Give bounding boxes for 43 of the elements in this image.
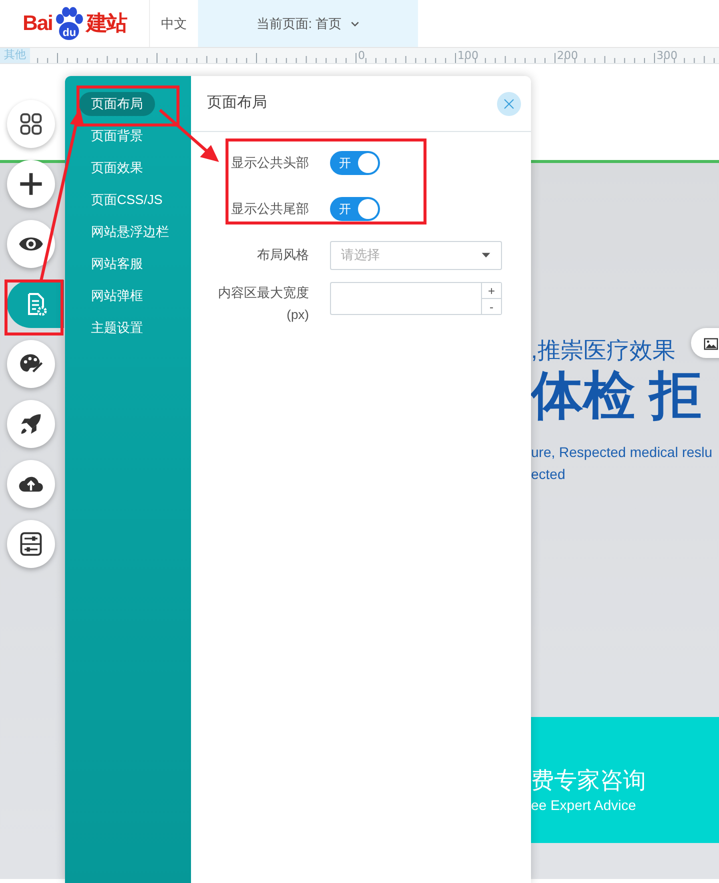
field-label: 显示公共头部 bbox=[230, 154, 310, 172]
decrement-button[interactable]: - bbox=[482, 298, 501, 314]
banner-headline: 体检 拒 bbox=[531, 368, 702, 425]
select-field[interactable]: 请选择 bbox=[330, 240, 502, 270]
ruler-label: 其他 bbox=[0, 48, 30, 63]
annotation-arrow bbox=[159, 108, 219, 162]
banner-tagline: ,推崇医疗效果 bbox=[531, 336, 676, 365]
menu-item[interactable]: 页面效果 bbox=[79, 156, 155, 180]
annotation-box bbox=[4, 280, 64, 336]
caret-down-icon bbox=[481, 250, 491, 260]
menu-item[interactable]: 页面CSS/JS bbox=[79, 188, 175, 212]
banner-subtext: ected bbox=[531, 464, 566, 484]
ruler-tick-label: 300 bbox=[656, 48, 678, 63]
menu-item[interactable]: 页面背景 bbox=[79, 124, 155, 148]
close-button[interactable] bbox=[497, 92, 521, 116]
close-icon bbox=[503, 98, 515, 110]
page-selector[interactable]: 当前页面: 首页 bbox=[198, 0, 418, 47]
image-icon bbox=[703, 336, 719, 351]
field-label: 布局风格 bbox=[256, 246, 310, 264]
language-tab[interactable]: 中文 bbox=[150, 0, 198, 47]
toggle-switch[interactable]: 开 bbox=[330, 197, 380, 221]
sliders-icon bbox=[18, 531, 44, 557]
grid-icon bbox=[18, 111, 44, 137]
menu-item[interactable]: 网站悬浮边栏 bbox=[79, 220, 181, 244]
menu-item[interactable]: 主题设置 bbox=[79, 316, 155, 340]
menu-item[interactable]: 网站弹框 bbox=[79, 284, 155, 308]
panel-title: 页面布局 bbox=[207, 93, 267, 114]
ruler-tick-label: 200 bbox=[557, 48, 578, 63]
menu-item[interactable]: 网站客服 bbox=[79, 252, 155, 276]
field-label: 内容区最大宽度(px) bbox=[217, 284, 310, 324]
banner-subtext: ure, Respected medical reslu bbox=[531, 442, 714, 462]
ruler-tick-label: 0 bbox=[358, 48, 365, 63]
paw-logo: du bbox=[52, 6, 86, 42]
menu-item[interactable]: 页面布局 bbox=[79, 92, 155, 116]
toggle-switch[interactable]: 开 bbox=[330, 151, 380, 175]
logo-text: 建站 bbox=[86, 13, 126, 34]
plus-icon bbox=[18, 171, 44, 197]
ruler-tick-label: 100 bbox=[458, 48, 478, 63]
number-field[interactable]: + - bbox=[330, 282, 502, 315]
logo-text: Bai bbox=[22, 13, 52, 34]
field-label: 显示公共尾部 bbox=[230, 200, 310, 218]
consult-title: 费专家咨询 bbox=[531, 767, 647, 795]
consult-subtitle: ee Expert Advice bbox=[531, 796, 638, 815]
